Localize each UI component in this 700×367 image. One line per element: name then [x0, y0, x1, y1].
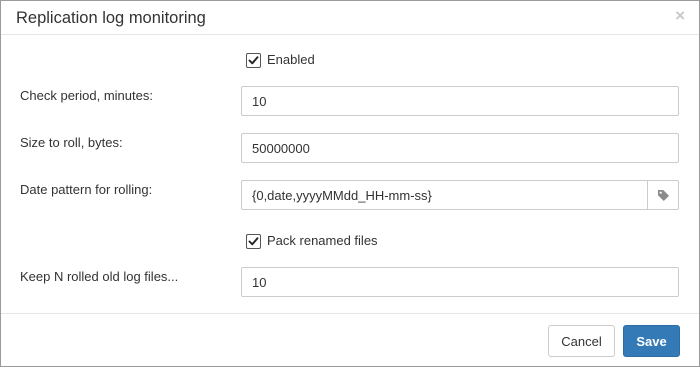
pack-renamed-checkbox-row[interactable]: Pack renamed files [246, 233, 378, 249]
pack-renamed-label: Pack renamed files [267, 233, 378, 248]
enabled-checkbox-row[interactable]: Enabled [246, 52, 315, 68]
size-to-roll-label: Size to roll, bytes: [20, 135, 123, 150]
dialog-title: Replication log monitoring [16, 9, 206, 27]
check-icon [248, 236, 259, 245]
dialog-footer: Cancel Save [1, 313, 699, 367]
check-icon [248, 55, 259, 64]
size-to-roll-input[interactable] [241, 133, 679, 163]
check-period-label: Check period, minutes: [20, 88, 153, 103]
keep-n-input[interactable] [241, 267, 679, 297]
enabled-checkbox[interactable] [246, 52, 261, 68]
tag-icon [657, 189, 669, 201]
date-pattern-group [241, 180, 679, 210]
replication-log-dialog: Replication log monitoring × Enabled Che… [0, 0, 700, 367]
date-pattern-label: Date pattern for rolling: [20, 182, 153, 197]
close-icon[interactable]: × [675, 7, 685, 24]
pack-renamed-checkbox[interactable] [246, 233, 261, 249]
save-button[interactable]: Save [623, 325, 680, 357]
tag-button[interactable] [647, 181, 678, 209]
cancel-button[interactable]: Cancel [548, 325, 615, 357]
keep-n-label: Keep N rolled old log files... [20, 269, 179, 284]
check-period-input[interactable] [241, 86, 679, 116]
enabled-label: Enabled [267, 52, 315, 67]
dialog-header: Replication log monitoring × [1, 1, 699, 35]
date-pattern-input[interactable] [242, 181, 647, 209]
